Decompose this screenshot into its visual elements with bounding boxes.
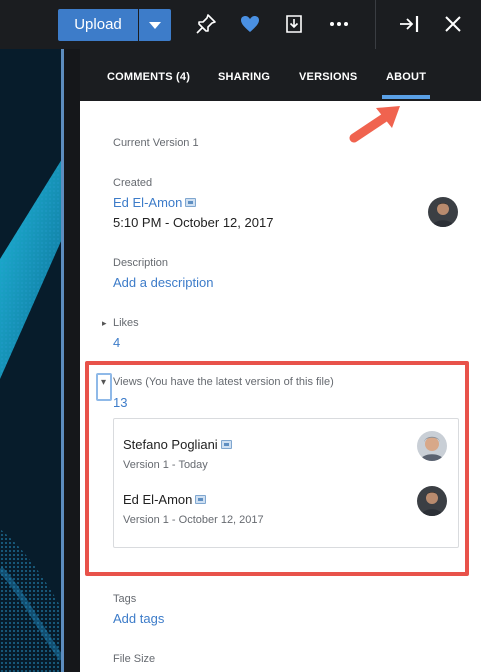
business-card-icon[interactable] [195,495,207,504]
tab-versions[interactable]: VERSIONS [299,71,357,83]
views-count[interactable]: 13 [113,395,127,410]
top-toolbar: Upload [0,0,481,49]
download-icon[interactable] [282,12,306,36]
viewer-version-detail: Version 1 - October 12, 2017 [123,514,264,526]
description-label: Description [113,257,169,269]
heart-icon[interactable] [238,12,262,36]
tab-bar: COMMENTS (4) SHARING VERSIONS ABOUT [80,49,481,101]
current-version-label: Current Version 1 [113,137,199,149]
created-date: 5:10 PM - October 12, 2017 [113,215,274,230]
business-card-icon[interactable] [185,198,197,207]
tags-label: Tags [113,593,137,605]
created-label: Created [113,177,153,189]
views-collapse-chevron-icon[interactable]: ▾ [101,377,106,388]
file-size-label: File Size [113,653,156,665]
toolbar-divider [375,0,376,49]
viewer-avatar[interactable] [417,431,447,461]
viewer-version-detail: Version 1 - Today [123,459,208,471]
business-card-icon[interactable] [220,440,232,449]
more-icon[interactable] [327,12,351,36]
likes-expand-chevron-icon[interactable]: ▸ [102,318,107,329]
creator-avatar[interactable] [428,197,458,227]
collapse-panel-icon[interactable] [397,12,421,36]
annotation-arrow-icon [346,102,410,146]
active-tab-indicator [382,95,430,99]
tab-about[interactable]: ABOUT [386,71,426,83]
creator-name[interactable]: Ed El-Amon [113,195,182,210]
close-icon[interactable] [441,12,465,36]
viewer-name[interactable]: Stefano Pogliani [123,437,232,452]
tab-comments[interactable]: COMMENTS (4) [107,71,190,83]
tab-sharing[interactable]: SHARING [218,71,270,83]
upload-button[interactable]: Upload [58,9,138,41]
add-description-link[interactable]: Add a description [113,275,213,290]
likes-count[interactable]: 4 [113,335,120,350]
creator-link[interactable]: Ed El-Amon [113,195,197,210]
upload-dropdown-button[interactable] [139,9,171,41]
add-tags-link[interactable]: Add tags [113,611,164,626]
pin-icon[interactable] [194,12,218,36]
viewer-name[interactable]: Ed El-Amon [123,492,207,507]
views-label[interactable]: Views (You have the latest version of th… [113,376,334,388]
viewer-avatar[interactable] [417,486,447,516]
likes-label[interactable]: Likes [113,317,139,329]
panel-gutter [64,49,80,672]
